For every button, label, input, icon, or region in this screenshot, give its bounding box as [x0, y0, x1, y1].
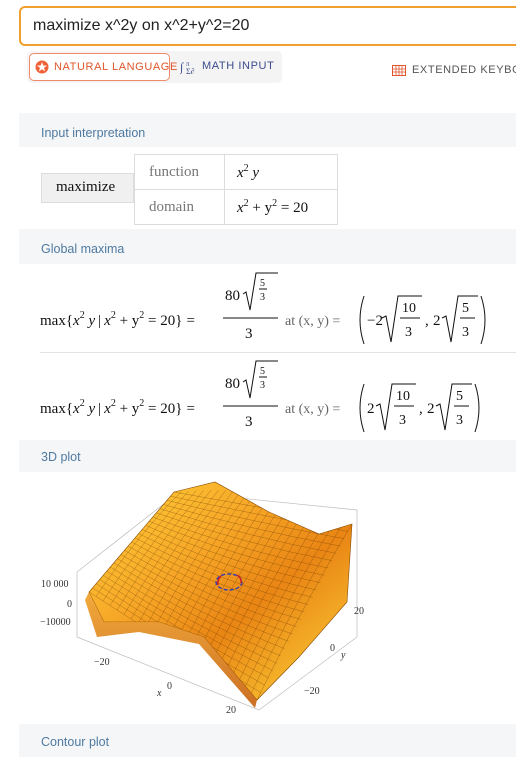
svg-text:2: 2 [433, 313, 441, 329]
extended-keyboard-label: EXTENDED KEYBOA [412, 64, 516, 76]
action-cell: maximize [41, 173, 134, 203]
svg-text:3: 3 [260, 292, 265, 303]
search-input[interactable]: maximize x^2y on x^2+y^2=20 [19, 6, 516, 46]
table-row: function x2 y [134, 154, 338, 190]
row-label-domain: domain [134, 189, 225, 225]
svg-text:at (x, y) =: at (x, y) = [285, 314, 340, 329]
wolfram-star-icon [35, 60, 49, 74]
svg-text:5: 5 [462, 301, 469, 316]
x-tick: 0 [167, 681, 172, 692]
keyboard-icon [392, 65, 406, 76]
svg-text:at (x, y) =: at (x, y) = [285, 402, 340, 417]
svg-text:5: 5 [456, 389, 463, 404]
svg-text:10: 10 [396, 389, 410, 404]
interpretation-table: function x2 y domain x2 + y2 = 20 [134, 154, 338, 225]
z-tick: 0 [67, 599, 72, 610]
maxima-formulas: max{x2 y | x2 + y2 = 20} = 80 5 3 3 at (x, … [40, 272, 486, 433]
row-label-function: function [134, 154, 225, 190]
svg-text:10: 10 [402, 301, 416, 316]
svg-text:∫: ∫ [180, 60, 184, 74]
function-value: x2 y [224, 154, 338, 190]
pod-title-input-interpretation: Input interpretation [41, 126, 146, 140]
maximum-result-1: max{x2 y | x2 + y2 = 20} = 80 5 3 3 at (x, … [40, 272, 486, 345]
natural-language-label: NATURAL LANGUAGE [54, 61, 178, 73]
math-input-button[interactable]: ∫ π Σ∂ MATH INPUT [180, 53, 280, 81]
svg-text:80: 80 [225, 288, 240, 304]
pod-title-3d-plot: 3D plot [41, 450, 81, 464]
maximum-result-2: max{x2 y | x2 + y2 = 20} = 80 5 3 3 at (x, … [40, 360, 480, 433]
svg-text:3: 3 [245, 414, 253, 430]
table-row: domain x2 + y2 = 20 [134, 189, 338, 225]
x-tick: −20 [94, 657, 110, 668]
z-tick: 10 000 [41, 579, 69, 590]
svg-text:2: 2 [367, 401, 375, 417]
y-tick: 0 [330, 643, 335, 654]
y-tick: −20 [304, 686, 320, 697]
math-input-label: MATH INPUT [202, 60, 275, 72]
svg-text:3: 3 [462, 325, 469, 340]
svg-text:5: 5 [260, 278, 265, 289]
svg-text:3: 3 [399, 413, 406, 428]
surface [85, 481, 353, 708]
x-tick: 20 [226, 705, 236, 716]
svg-text:2: 2 [427, 401, 435, 417]
svg-text:80: 80 [225, 376, 240, 392]
y-tick: 20 [354, 606, 364, 617]
x-axis-label: x [156, 688, 162, 699]
contour-plot-pod [19, 757, 516, 761]
svg-text:Σ∂: Σ∂ [186, 67, 195, 75]
domain-value: x2 + y2 = 20 [224, 189, 338, 225]
svg-text:3: 3 [260, 380, 265, 391]
natural-language-button[interactable]: NATURAL LANGUAGE [29, 53, 177, 81]
svg-text:max{x2 y|x2 + y2 = 20}=: max{x2 y | x2 + y2 = 20} = [40, 310, 195, 329]
svg-text:5: 5 [260, 366, 265, 377]
pod-title-global-maxima: Global maxima [41, 242, 125, 256]
action-label: maximize [56, 179, 116, 195]
svg-text:3: 3 [405, 325, 412, 340]
svg-text:max{x2 y|x2 + y2 = 20}=: max{x2 y | x2 + y2 = 20} = [40, 398, 195, 417]
pod-title-contour-plot: Contour plot [41, 735, 110, 749]
svg-text:,: , [419, 401, 423, 417]
z-tick: −10000 [40, 617, 71, 628]
svg-text:,: , [425, 313, 429, 329]
math-symbols-icon: ∫ π Σ∂ [180, 60, 195, 75]
svg-text:3: 3 [245, 326, 253, 342]
search-query[interactable]: maximize x^2y on x^2+y^2=20 [33, 17, 249, 35]
svg-text:−2: −2 [367, 313, 383, 329]
svg-text:3: 3 [456, 413, 463, 428]
3d-surface-plot[interactable]: 10 000 0 −10000 −20 0 20 20 0 −20 x y [19, 472, 516, 724]
y-axis-label: y [340, 650, 346, 661]
